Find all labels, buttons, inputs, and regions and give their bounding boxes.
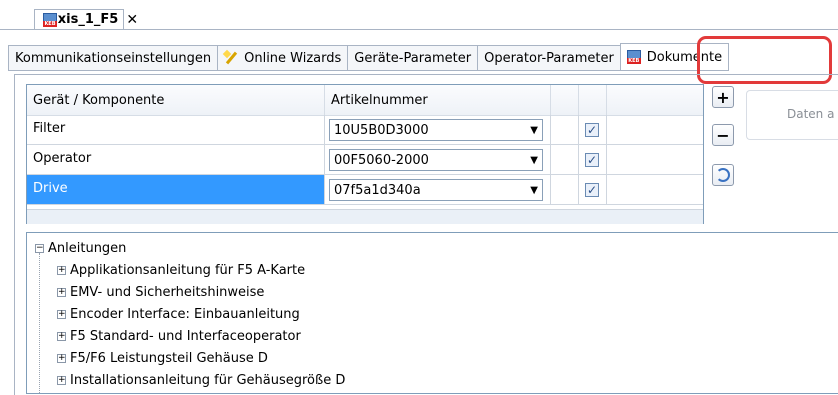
row-checkbox[interactable]: ✓ xyxy=(585,123,599,137)
tree-item-label: Installationsanleitung für Gehäusegröße … xyxy=(70,373,346,388)
empty-cell xyxy=(607,175,703,205)
tab-label: Operator-Parameter xyxy=(484,50,614,66)
book-icon: KEB xyxy=(626,50,641,64)
row-checkbox[interactable]: ✓ xyxy=(585,153,599,167)
article-value: 07f5a1d340a xyxy=(334,182,421,198)
collapse-icon[interactable]: − xyxy=(35,244,44,253)
article-combo[interactable]: 00F5060-2000 ▼ xyxy=(329,149,543,171)
tree-guide-line xyxy=(39,253,41,393)
remove-button[interactable]: − xyxy=(712,124,734,146)
tab-label: Kommunikationseinstellungen xyxy=(15,50,212,66)
column-header-5 xyxy=(607,85,703,115)
article-cell: 00F5060-2000 ▼ xyxy=(325,145,551,175)
article-combo[interactable]: 10U5B0D3000 ▼ xyxy=(329,119,543,141)
tree-root-label: Anleitungen xyxy=(48,241,127,256)
tab-geraete-parameter[interactable]: Geräte-Parameter xyxy=(347,45,478,71)
row-checkbox[interactable]: ✓ xyxy=(585,183,599,197)
checkbox-cell: ✓ xyxy=(579,175,607,205)
tree-item-label: Encoder Interface: Einbauanleitung xyxy=(70,307,300,322)
table-row-selected[interactable]: Drive 07f5a1d340a ▼ ✓ xyxy=(27,175,703,205)
tree-item[interactable]: + EMV- und Sicherheitshinweise xyxy=(57,285,264,300)
tree-item[interactable]: + F5 Standard- und Interfaceoperator xyxy=(57,329,301,344)
column-header-4 xyxy=(579,85,607,115)
empty-cell xyxy=(551,115,579,145)
empty-cell xyxy=(551,175,579,205)
document-tab[interactable]: KEB axis_1_F5 ✕ xyxy=(34,9,138,29)
article-cell: 07f5a1d340a ▼ xyxy=(325,175,551,205)
article-value: 10U5B0D3000 xyxy=(334,122,429,138)
tree-item-label: Applikationsanleitung für F5 A-Karte xyxy=(70,263,306,278)
data-panel-label: Daten a xyxy=(787,107,835,121)
component-cell[interactable]: Drive xyxy=(27,175,325,205)
tab-label: Online Wizards xyxy=(244,50,342,66)
data-panel: Daten a xyxy=(746,90,838,140)
wand-icon xyxy=(224,51,238,65)
column-header-3 xyxy=(551,85,579,115)
empty-cell xyxy=(551,145,579,175)
add-button[interactable]: + xyxy=(712,86,734,108)
expand-icon[interactable]: + xyxy=(57,310,66,319)
checkbox-cell: ✓ xyxy=(579,145,607,175)
refresh-button[interactable] xyxy=(712,164,734,186)
article-cell: 10U5B0D3000 ▼ xyxy=(325,115,551,145)
expand-icon[interactable]: + xyxy=(57,266,66,275)
column-header-component[interactable]: Gerät / Komponente xyxy=(27,85,325,115)
tree-item[interactable]: + Encoder Interface: Einbauanleitung xyxy=(57,307,300,322)
tree-root[interactable]: − Anleitungen xyxy=(35,241,126,256)
refresh-icon xyxy=(716,168,730,182)
component-grid: Gerät / Komponente Artikelnummer Filter … xyxy=(26,84,704,224)
expand-icon[interactable]: + xyxy=(57,376,66,385)
close-icon[interactable]: ✕ xyxy=(126,12,138,28)
tree-item-label: F5/F6 Leistungsteil Gehäuse D xyxy=(70,351,268,366)
article-combo[interactable]: 07f5a1d340a ▼ xyxy=(329,179,543,201)
dropdown-arrow-icon[interactable]: ▼ xyxy=(530,155,538,166)
settings-tabs: Kommunikationseinstellungen Online Wizar… xyxy=(8,43,730,71)
article-value: 00F5060-2000 xyxy=(334,152,429,168)
tab-kommunikationseinstellungen[interactable]: Kommunikationseinstellungen xyxy=(8,45,218,71)
tab-operator-parameter[interactable]: Operator-Parameter xyxy=(477,45,620,71)
tab-online-wizards[interactable]: Online Wizards xyxy=(217,45,348,71)
tree-item[interactable]: + Applikationsanleitung für F5 A-Karte xyxy=(57,263,305,278)
expand-icon[interactable]: + xyxy=(57,332,66,341)
column-header-article[interactable]: Artikelnummer xyxy=(325,85,551,115)
component-cell[interactable]: Operator xyxy=(27,145,325,175)
dropdown-arrow-icon[interactable]: ▼ xyxy=(530,125,538,136)
dropdown-arrow-icon[interactable]: ▼ xyxy=(530,185,538,196)
tree-item-label: EMV- und Sicherheitshinweise xyxy=(70,285,265,300)
tree-item-label: F5 Standard- und Interfaceoperator xyxy=(70,329,301,344)
documents-tree: − Anleitungen + Applikationsanleitung fü… xyxy=(26,232,838,394)
empty-cell xyxy=(607,115,703,145)
grid-footer xyxy=(27,209,703,224)
table-row[interactable]: Filter 10U5B0D3000 ▼ ✓ xyxy=(27,115,703,145)
document-tab-title: axis_1_F5 xyxy=(49,12,119,27)
grid-header: Gerät / Komponente Artikelnummer xyxy=(27,85,703,116)
tree-item[interactable]: + F5/F6 Leistungsteil Gehäuse D xyxy=(57,351,268,366)
component-cell[interactable]: Filter xyxy=(27,115,325,145)
expand-icon[interactable]: + xyxy=(57,354,66,363)
tab-divider xyxy=(0,29,838,30)
checkbox-cell: ✓ xyxy=(579,115,607,145)
tab-label: Geräte-Parameter xyxy=(354,50,472,66)
table-row[interactable]: Operator 00F5060-2000 ▼ ✓ xyxy=(27,145,703,175)
tree-item[interactable]: + Installationsanleitung für Gehäusegröß… xyxy=(57,373,345,388)
expand-icon[interactable]: + xyxy=(57,288,66,297)
empty-cell xyxy=(607,145,703,175)
